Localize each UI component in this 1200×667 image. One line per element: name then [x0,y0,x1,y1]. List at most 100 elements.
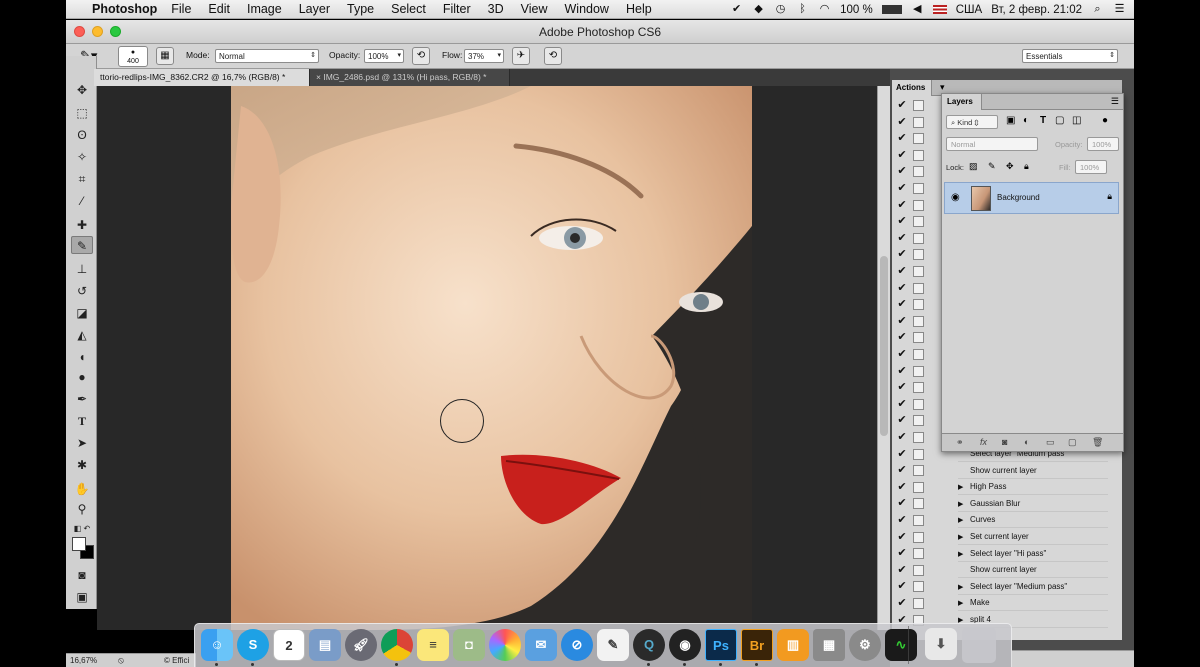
quick-select-tool-icon[interactable]: ✧ [71,148,93,166]
action-dialog-toggle[interactable] [913,232,924,244]
layer-name[interactable]: Background [997,193,1040,202]
collapse-panel-icon[interactable]: ▾ [940,82,945,93]
spotlight-search-icon[interactable]: ⌕ [1091,3,1104,16]
layer-opacity-input[interactable]: 100% [1087,137,1119,151]
menu-view[interactable]: View [521,2,548,16]
action-enabled-check[interactable]: ✔ [895,496,909,510]
expand-triangle-icon[interactable]: ▶ [958,580,970,596]
action-dialog-toggle[interactable] [913,116,924,128]
action-dialog-toggle[interactable] [913,365,924,377]
action-enabled-check[interactable]: ✔ [895,480,909,494]
quicktime-icon[interactable]: Q [633,629,665,661]
brush-panel-toggle-icon[interactable]: ▦ [156,47,174,65]
launchpad-icon[interactable]: 🚀︎ [345,629,377,661]
action-step[interactable]: ▶ Gaussian Blur [958,496,1108,512]
expand-triangle-icon[interactable]: ▶ [958,480,970,496]
pen-tool-icon[interactable]: ✒ [71,390,93,408]
filter-toggle-icon[interactable]: ● [1102,115,1108,126]
mode-select[interactable]: Normal ⇕ [215,49,319,63]
volume-icon[interactable]: ◀ [911,3,924,16]
chrome-icon[interactable] [381,629,413,661]
status-info[interactable]: © Effici [164,656,189,665]
action-enabled-check[interactable]: ✔ [895,330,909,344]
action-enabled-check[interactable]: ✔ [895,563,909,577]
action-step[interactable]: ▶ Select layer "Hi pass" [958,546,1108,562]
action-enabled-check[interactable]: ✔ [895,148,909,162]
lock-all-icon[interactable]: 🔒︎ [1024,161,1029,172]
clone-stamp-tool-icon[interactable]: ⊥ [71,260,93,278]
clock[interactable]: Вт, 2 февр. 21:02 [991,4,1082,16]
action-dialog-toggle[interactable] [913,149,924,161]
layers-tab[interactable]: Layers [942,94,982,110]
preview-icon[interactable]: ▤ [309,629,341,661]
crop-tool-icon[interactable]: ⌗ [71,170,93,188]
action-enabled-check[interactable]: ✔ [895,364,909,378]
lock-position-icon[interactable]: ✥ [1006,161,1014,172]
expand-triangle-icon[interactable]: ▶ [958,497,970,513]
action-enabled-check[interactable]: ✔ [895,397,909,411]
fill-input[interactable]: 100% [1075,160,1107,174]
dodge-tool-icon[interactable]: ● [71,368,93,386]
action-step[interactable]: ▶ Select layer "Medium pass" [958,579,1108,595]
action-dialog-toggle[interactable] [913,133,924,145]
actions-tab[interactable]: Actions [892,80,932,96]
filter-shape-icon[interactable]: ▢ [1055,115,1064,126]
action-dialog-toggle[interactable] [913,598,924,609]
menu-select[interactable]: Select [391,2,426,16]
menu-app-name[interactable]: Photoshop [92,2,157,16]
action-dialog-toggle[interactable] [913,199,924,211]
action-dialog-toggle[interactable] [913,581,924,593]
activity-monitor-icon[interactable]: ∿ [885,629,917,661]
menu-3d[interactable]: 3D [488,2,504,16]
bridge-icon[interactable]: Br [741,629,773,661]
doc-tab-redlips[interactable]: ttorio-redlips-IMG_8362.CR2 @ 16,7% (RGB… [94,69,310,86]
path-select-tool-icon[interactable]: ➤ [71,434,93,452]
action-enabled-check[interactable]: ✔ [895,413,909,427]
action-dialog-toggle[interactable] [913,315,924,327]
action-enabled-check[interactable]: ✔ [895,347,909,361]
screen-mode-icon[interactable]: ▣ [71,588,93,606]
action-enabled-check[interactable]: ✔ [895,181,909,195]
link-layers-icon[interactable]: ⚭ [956,437,964,448]
close-tab-icon[interactable]: × [316,72,321,82]
layer-filter-kind[interactable]: ⌕ Kind ⇕ [946,115,998,129]
airbrush-icon[interactable]: ✈ [512,47,530,65]
adjustment-layer-icon[interactable]: ◐ [1024,437,1029,447]
shape-tool-icon[interactable]: ✱ [71,456,93,474]
opacity-input[interactable]: 100% ▾ [364,49,404,63]
brush-preset-picker[interactable]: ● 400 [118,46,148,67]
expand-triangle-icon[interactable]: ▶ [958,513,970,529]
action-enabled-check[interactable]: ✔ [895,530,909,544]
expand-triangle-icon[interactable]: ▶ [958,530,970,546]
quick-mask-icon[interactable]: ◙ [71,566,93,584]
zoom-tool-icon[interactable]: ⚲ [71,500,93,518]
action-dialog-toggle[interactable] [913,498,924,510]
action-dialog-toggle[interactable] [913,282,924,294]
menu-type[interactable]: Type [347,2,374,16]
action-enabled-check[interactable]: ✔ [895,115,909,129]
calendar-icon[interactable]: 2 [273,629,305,661]
action-step[interactable]: ▶ Curves [958,512,1108,529]
export-icon[interactable]: ⦸ [118,655,124,666]
menu-window[interactable]: Window [565,2,609,16]
notification-center-icon[interactable]: ☰ [1113,3,1126,16]
action-dialog-toggle[interactable] [913,349,924,360]
menu-image[interactable]: Image [247,2,282,16]
dropbox-icon[interactable]: ◆ [752,3,765,16]
hand-tool-icon[interactable]: ✋ [71,480,93,498]
action-dialog-toggle[interactable] [913,299,924,311]
action-enabled-check[interactable]: ✔ [895,231,909,245]
action-step[interactable]: ▶ Make [958,595,1108,612]
action-enabled-check[interactable]: ✔ [895,596,909,610]
action-dialog-toggle[interactable] [913,515,924,526]
action-dialog-toggle[interactable] [913,183,924,194]
skype-icon[interactable]: S [237,629,269,661]
action-dialog-toggle[interactable] [913,398,924,410]
action-dialog-toggle[interactable] [913,448,924,460]
foreground-color-swatch[interactable] [72,537,86,551]
eyedropper-tool-icon[interactable]: ⁄ [71,192,93,210]
action-dialog-toggle[interactable] [913,266,924,277]
brush-tool-icon[interactable]: ✎ [71,236,93,254]
action-dialog-toggle[interactable] [913,166,924,178]
expand-triangle-icon[interactable]: ▶ [958,596,970,612]
